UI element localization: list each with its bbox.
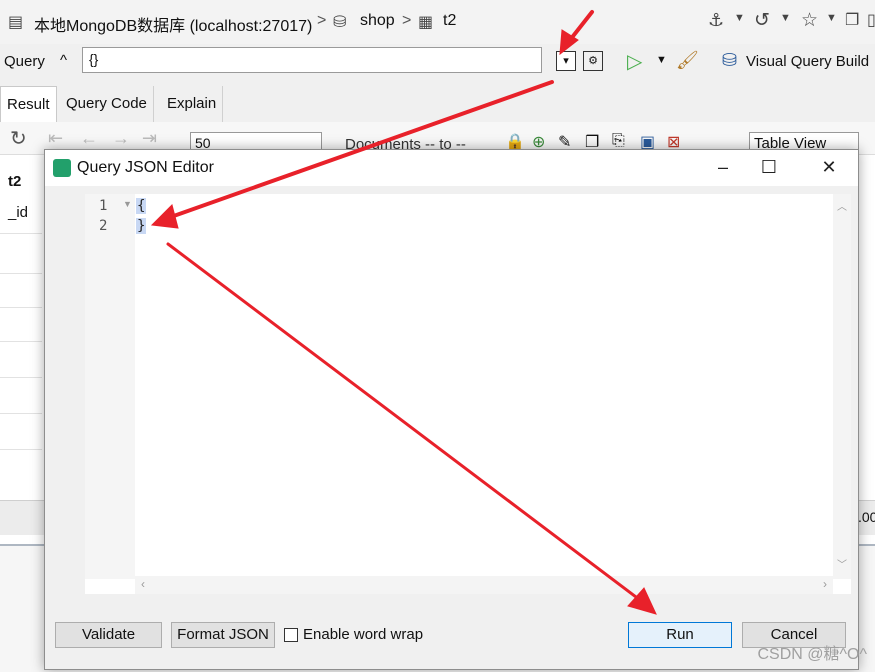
watermark: CSDN @糖^O^ — [757, 646, 868, 663]
arrowhead — [150, 204, 179, 229]
arrowhead — [627, 587, 657, 615]
annotation-arrow-to-editor-button — [568, 10, 594, 42]
annotation-arrow-to-run — [166, 242, 642, 602]
annotation-arrows — [150, 10, 657, 615]
annotation-arrow-to-editor — [166, 80, 554, 220]
